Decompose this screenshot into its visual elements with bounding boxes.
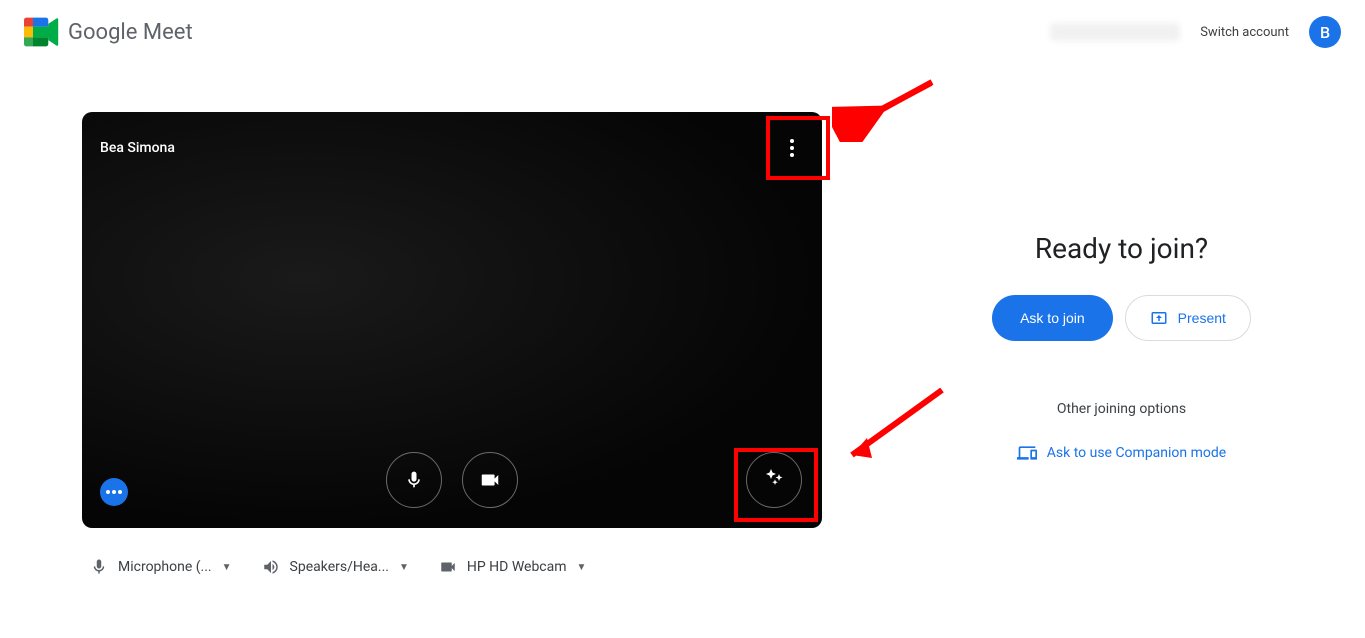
companion-mode-link[interactable]: Ask to use Companion mode <box>1017 443 1226 463</box>
main-content: Bea Simona <box>0 112 1365 576</box>
avatar[interactable]: B <box>1309 16 1341 48</box>
present-button[interactable]: Present <box>1125 295 1251 341</box>
more-options-button[interactable] <box>772 128 812 168</box>
other-options-label: Other joining options <box>1057 401 1186 417</box>
meet-logo-icon <box>24 17 60 47</box>
chevron-down-icon: ▼ <box>399 562 409 573</box>
ready-to-join-title: Ready to join? <box>1035 232 1208 265</box>
videocam-icon <box>439 558 457 576</box>
participant-name: Bea Simona <box>100 140 175 156</box>
companion-link-label: Ask to use Companion mode <box>1047 445 1226 461</box>
camera-label: HP HD Webcam <box>467 559 567 575</box>
header: Google Meet Switch account B <box>0 0 1365 64</box>
microphone-icon <box>90 558 108 576</box>
header-right: Switch account B <box>1050 16 1341 48</box>
video-preview: Bea Simona <box>82 112 822 528</box>
account-email-blurred <box>1050 23 1180 41</box>
camera-toggle-button[interactable] <box>462 452 518 508</box>
sparkle-icon <box>762 468 786 492</box>
join-buttons: Ask to join Present <box>992 295 1251 341</box>
present-icon <box>1150 309 1168 327</box>
video-section: Bea Simona <box>82 112 822 576</box>
video-controls <box>82 452 822 508</box>
microphone-toggle-button[interactable] <box>386 452 442 508</box>
microphone-label: Microphone (... <box>118 559 212 575</box>
ask-to-join-button[interactable]: Ask to join <box>992 295 1113 341</box>
devices-icon <box>1017 443 1037 463</box>
product-name: Google Meet <box>68 20 193 45</box>
join-panel: Ready to join? Ask to join Present Other… <box>902 112 1341 576</box>
microphone-selector[interactable]: Microphone (... ▼ <box>90 558 232 576</box>
header-left: Google Meet <box>24 17 193 47</box>
chevron-down-icon: ▼ <box>577 562 587 573</box>
annotation-arrow-icon <box>832 380 952 470</box>
visual-effects-button[interactable] <box>746 452 802 508</box>
speaker-label: Speakers/Hea... <box>290 559 389 575</box>
videocam-icon <box>479 469 501 491</box>
device-selectors: Microphone (... ▼ Speakers/Hea... ▼ HP H… <box>82 558 822 576</box>
speaker-icon <box>262 558 280 576</box>
chevron-down-icon: ▼ <box>222 562 232 573</box>
microphone-icon <box>404 470 424 490</box>
speaker-selector[interactable]: Speakers/Hea... ▼ <box>262 558 409 576</box>
switch-account-link[interactable]: Switch account <box>1200 25 1289 40</box>
more-vert-icon <box>790 139 794 157</box>
present-label: Present <box>1178 310 1226 326</box>
annotation-arrow-icon <box>832 72 942 142</box>
camera-selector[interactable]: HP HD Webcam ▼ <box>439 558 587 576</box>
